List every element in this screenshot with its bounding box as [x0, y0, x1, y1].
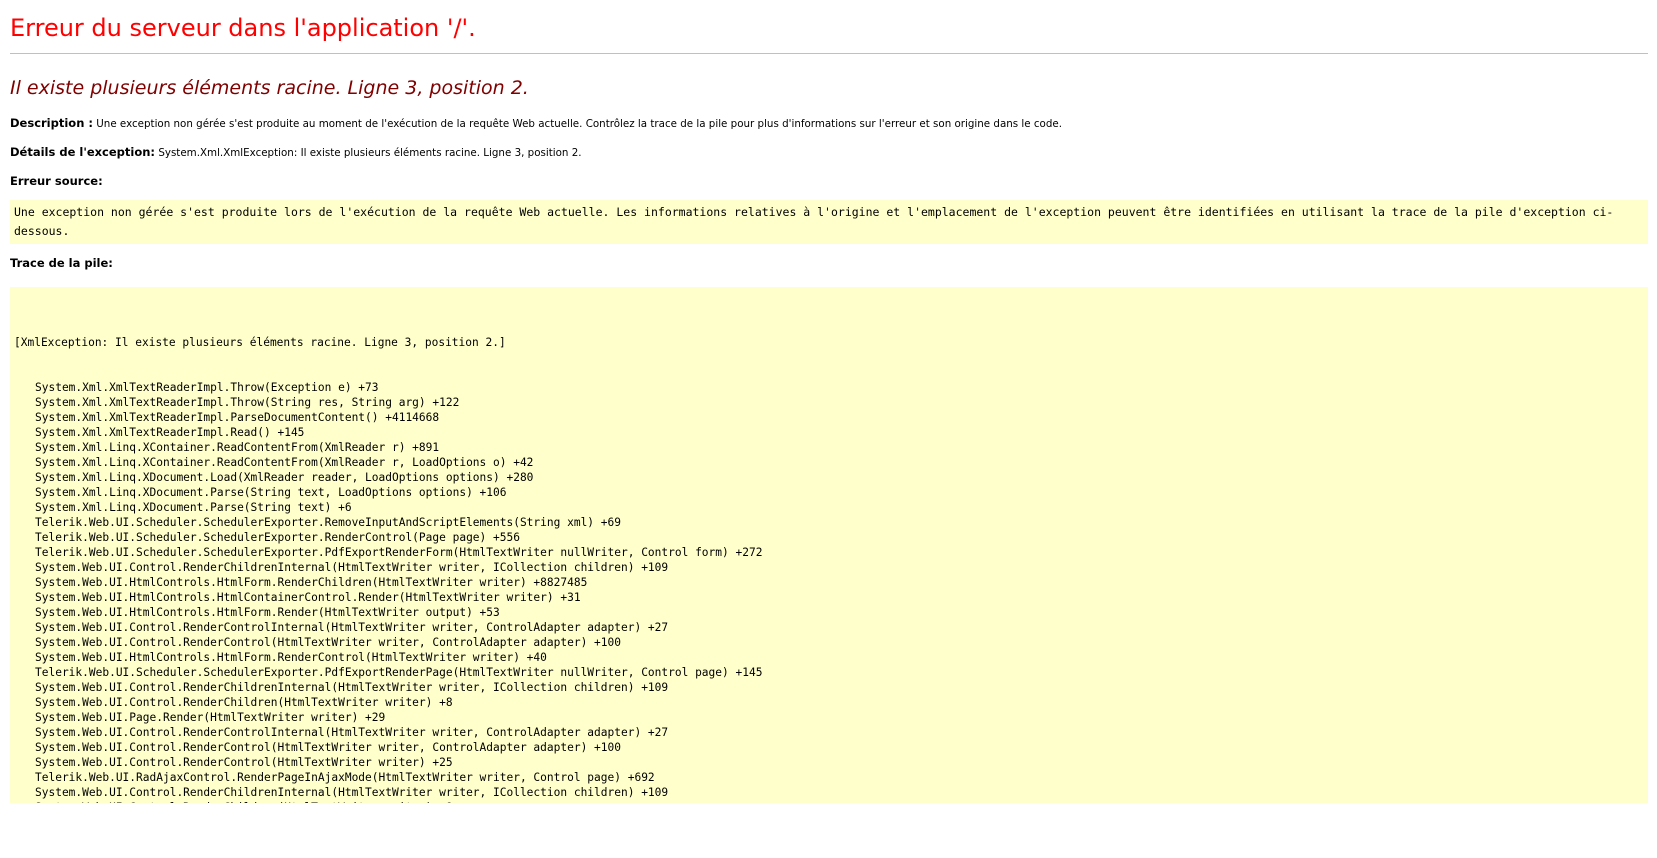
stack-frame: System.Web.UI.HtmlControls.HtmlForm.Rend… — [35, 576, 588, 589]
stack-frame: System.Web.UI.HtmlControls.HtmlForm.Rend… — [35, 606, 500, 619]
error-message: Il existe plusieurs éléments racine. Lig… — [10, 77, 529, 99]
exception-details-text: System.Xml.XmlException: Il existe plusi… — [158, 147, 582, 159]
page-title: Erreur du serveur dans l'application '/'… — [10, 14, 476, 42]
source-error-text: Une exception non gérée s'est produite l… — [14, 205, 1614, 238]
stack-frame: System.Web.UI.Control.RenderChildrenInte… — [35, 561, 669, 574]
stack-frame: System.Web.UI.HtmlControls.HtmlContainer… — [35, 591, 581, 604]
stack-frame: System.Web.UI.Control.RenderChildrenInte… — [35, 786, 669, 799]
stack-frame: System.Web.UI.Control.RenderControl(Html… — [35, 756, 453, 769]
stack-frame: System.Xml.XmlTextReaderImpl.Throw(Excep… — [35, 381, 379, 394]
stack-frame: System.Xml.Linq.XDocument.Load(XmlReader… — [35, 471, 534, 484]
stack-frame: System.Xml.Linq.XDocument.Parse(String t… — [35, 486, 507, 499]
stack-frame: System.Web.UI.Control.RenderControlInter… — [35, 726, 669, 739]
error-page: Erreur du serveur dans l'application '/'… — [10, 0, 1648, 803]
stack-frame: System.Xml.XmlTextReaderImpl.Throw(Strin… — [35, 396, 460, 409]
stack-frame: System.Xml.XmlTextReaderImpl.ParseDocume… — [35, 411, 440, 424]
stack-frame: System.Xml.Linq.XContainer.ReadContentFr… — [35, 441, 440, 454]
stack-trace-box: [XmlException: Il existe plusieurs éléme… — [10, 287, 1648, 803]
stack-frame: System.Xml.XmlTextReaderImpl.Read() +145 — [35, 426, 305, 439]
source-error-label: Erreur source: — [10, 174, 103, 188]
stack-frame: System.Web.UI.Control.RenderChildrenInte… — [35, 681, 669, 694]
exception-details-section: Détails de l'exception: System.Xml.XmlEx… — [10, 145, 1648, 160]
stack-frame: System.Web.UI.Page.Render(HtmlTextWriter… — [35, 711, 386, 724]
stack-trace-section: Trace de la pile: — [10, 256, 1648, 271]
stack-frame: System.Xml.Linq.XContainer.ReadContentFr… — [35, 456, 534, 469]
stack-frame: System.Web.UI.HtmlControls.HtmlForm.Rend… — [35, 651, 547, 664]
exception-details-label: Détails de l'exception: — [10, 145, 156, 159]
stack-frame: System.Web.UI.Control.RenderControlInter… — [35, 621, 669, 634]
stack-frame: Telerik.Web.UI.Scheduler.SchedulerExport… — [35, 546, 763, 559]
stack-trace-label: Trace de la pile: — [10, 256, 113, 270]
stack-frame: Telerik.Web.UI.Scheduler.SchedulerExport… — [35, 666, 763, 679]
stack-frame: Telerik.Web.UI.RadAjaxControl.RenderPage… — [35, 771, 655, 784]
stack-frame: System.Web.UI.Control.RenderChildren(Htm… — [14, 800, 1644, 803]
source-error-box: Une exception non gérée s'est produite l… — [10, 200, 1648, 244]
description-section: Description : Une exception non gérée s'… — [10, 116, 1648, 131]
title-divider — [10, 53, 1648, 54]
stack-frame: Telerik.Web.UI.Scheduler.SchedulerExport… — [35, 531, 520, 544]
stack-frame: System.Web.UI.Control.RenderControl(Html… — [35, 741, 621, 754]
description-text: Une exception non gérée s'est produite a… — [96, 118, 1062, 130]
stack-frame: System.Web.UI.Control.RenderChildren(Htm… — [35, 696, 453, 709]
stack-frame: System.Web.UI.Control.RenderControl(Html… — [35, 636, 621, 649]
stack-trace-header: [XmlException: Il existe plusieurs éléme… — [14, 336, 506, 349]
source-error-section: Erreur source: — [10, 174, 1648, 189]
stack-frame: System.Xml.Linq.XDocument.Parse(String t… — [35, 501, 352, 514]
stack-frame: Telerik.Web.UI.Scheduler.SchedulerExport… — [35, 516, 621, 529]
description-label: Description : — [10, 116, 93, 130]
